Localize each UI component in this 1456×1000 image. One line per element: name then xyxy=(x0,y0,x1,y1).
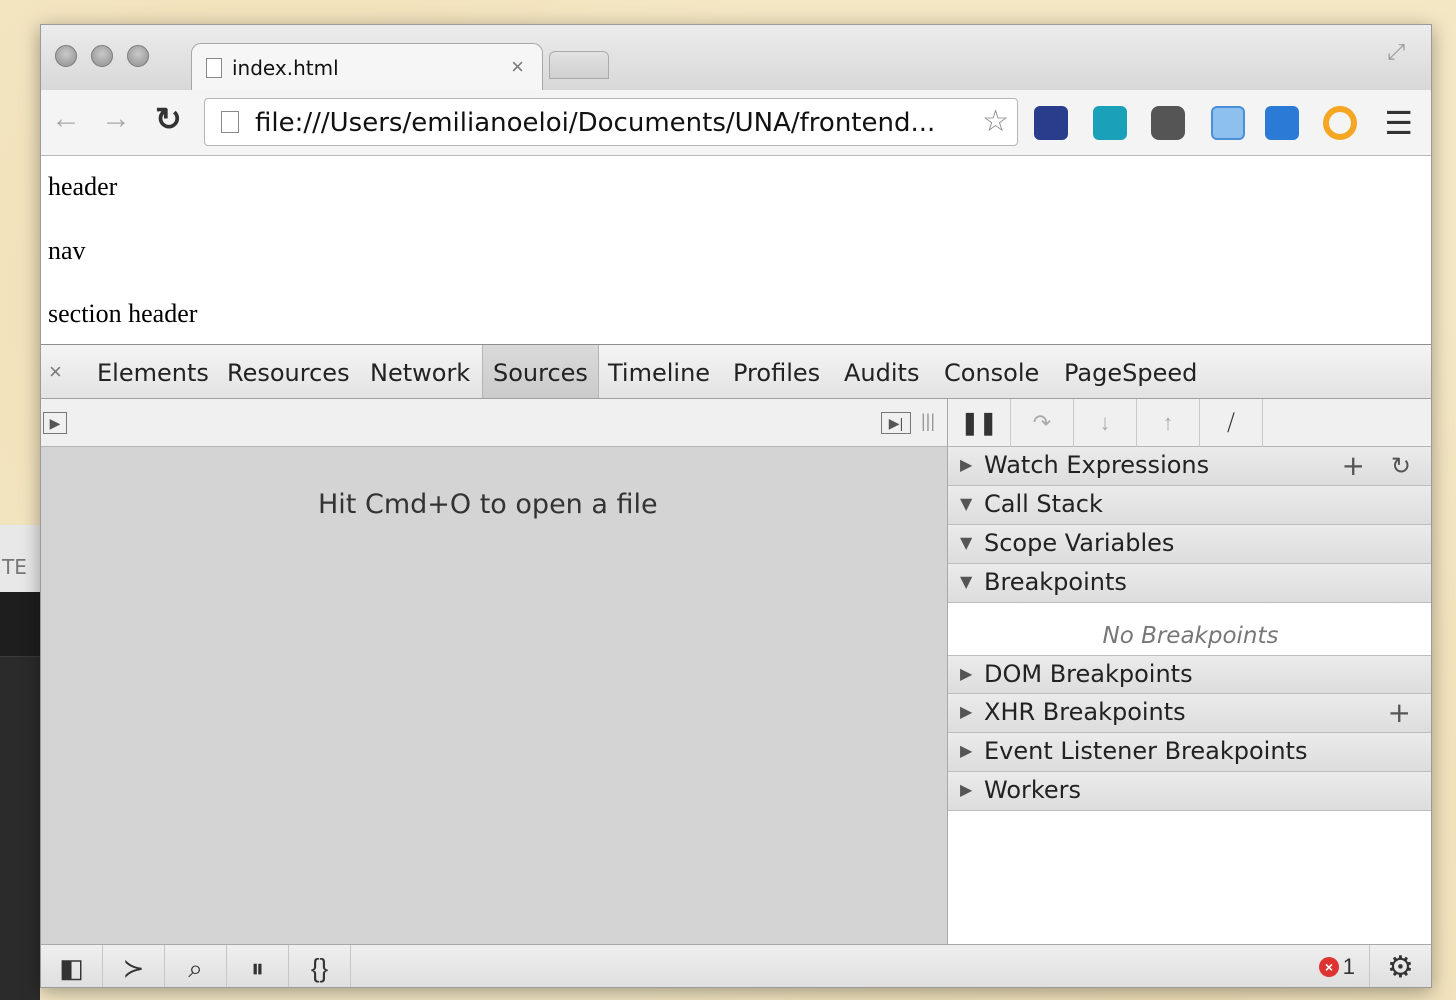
pretty-print-icon[interactable]: {} xyxy=(289,945,351,987)
pane-label: Workers xyxy=(984,776,1082,804)
zoom-window-button[interactable] xyxy=(127,45,149,67)
tab-profiles[interactable]: Profiles xyxy=(723,345,830,398)
pane-label: XHR Breakpoints xyxy=(984,698,1186,726)
browser-tab[interactable]: index.html × xyxy=(191,43,543,91)
tab-strip: index.html × ⤢ xyxy=(41,25,1431,91)
open-file-hint: Hit Cmd+O to open a file xyxy=(318,489,658,520)
dock-toggle-icon[interactable]: ◧ xyxy=(41,945,103,987)
back-arrow-icon[interactable]: ← xyxy=(51,102,81,136)
show-debugger-icon[interactable]: ▶| xyxy=(881,412,911,434)
pane-event-listener-breakpoints[interactable]: ▶ Event Listener Breakpoints xyxy=(948,733,1431,772)
tab-audits[interactable]: Audits xyxy=(834,345,929,398)
search-icon[interactable]: ⌕ xyxy=(165,945,227,987)
pocket-extension-icon[interactable] xyxy=(1151,106,1185,140)
tab-elements[interactable]: Elements xyxy=(87,345,219,398)
new-tab-button[interactable] xyxy=(549,51,609,79)
speed-extension-icon[interactable] xyxy=(1034,106,1068,140)
window-extension-icon[interactable] xyxy=(1211,106,1245,140)
collapse-triangle-icon: ▼ xyxy=(960,494,973,513)
ink-extension-icon[interactable] xyxy=(1093,106,1127,140)
add-xhr-breakpoint-icon[interactable]: + xyxy=(1388,696,1411,729)
pane-watch-expressions[interactable]: ▶ Watch Expressions + ↻ xyxy=(948,447,1431,486)
tab-title: index.html xyxy=(232,56,339,80)
pane-scope-variables[interactable]: ▼ Scope Variables xyxy=(948,525,1431,564)
pane-label: Scope Variables xyxy=(984,529,1175,557)
star-icon[interactable]: ☆ xyxy=(982,104,1009,139)
tab-timeline[interactable]: Timeline xyxy=(598,345,720,398)
deactivate-breakpoints-icon[interactable]: ⧸ xyxy=(1200,399,1263,447)
menu-icon[interactable]: ☰ xyxy=(1384,104,1413,142)
splitter-handle-icon[interactable]: ||| xyxy=(921,411,935,432)
debugger-sidebar: ▶ Watch Expressions + ↻ ▼ Call Stack ▼ S… xyxy=(947,447,1431,944)
pane-workers[interactable]: ▶ Workers xyxy=(948,772,1431,811)
expand-triangle-icon: ▶ xyxy=(960,741,973,760)
tab-pagespeed[interactable]: PageSpeed xyxy=(1054,345,1207,398)
collapse-triangle-icon: ▼ xyxy=(960,572,973,591)
tab-network[interactable]: Network xyxy=(360,345,480,398)
address-bar[interactable]: file:///Users/emilianoeloi/Documents/UNA… xyxy=(204,98,1018,146)
expand-triangle-icon: ▶ xyxy=(960,702,973,721)
error-count[interactable]: 1 xyxy=(1343,954,1355,980)
add-watch-icon[interactable]: + xyxy=(1342,449,1365,482)
fullscreen-icon[interactable]: ⤢ xyxy=(1387,39,1405,65)
pane-dom-breakpoints[interactable]: ▶ DOM Breakpoints xyxy=(948,655,1431,694)
page-icon xyxy=(206,58,222,78)
devtools-panel: × Elements Resources Network Sources Tim… xyxy=(41,344,1431,987)
step-out-icon[interactable]: ↑ xyxy=(1137,399,1200,447)
minimize-window-button[interactable] xyxy=(91,45,113,67)
ring-extension-icon[interactable] xyxy=(1323,106,1357,140)
pane-label: Event Listener Breakpoints xyxy=(984,737,1308,765)
tab-close-icon[interactable]: × xyxy=(511,54,524,80)
step-over-icon[interactable]: ↷ xyxy=(1011,399,1074,447)
background-window-label: TE xyxy=(2,555,27,579)
refresh-watch-icon[interactable]: ↻ xyxy=(1391,452,1411,480)
expand-triangle-icon: ▶ xyxy=(960,455,973,474)
show-navigator-icon[interactable]: ▶ xyxy=(43,412,67,434)
debugger-toolbar: ❚❚ ↷ ↓ ↑ ⧸ xyxy=(947,399,1431,447)
page-icon xyxy=(221,111,239,133)
settings-gear-icon[interactable]: ⚙ xyxy=(1369,945,1431,987)
browser-toolbar: ← → ↻ file:///Users/emilianoeloi/Documen… xyxy=(41,90,1431,156)
page-text-header: header xyxy=(48,172,118,201)
pane-breakpoints[interactable]: ▼ Breakpoints xyxy=(948,564,1431,603)
reload-icon[interactable]: ↻ xyxy=(155,100,182,138)
devtools-close-icon[interactable]: × xyxy=(49,359,62,385)
pane-label: Call Stack xyxy=(984,490,1103,518)
speaker-extension-icon[interactable] xyxy=(1265,106,1299,140)
pause-on-exceptions-icon[interactable]: ⏸ xyxy=(227,945,289,987)
sources-toolbar: ▶ ▶| ||| xyxy=(41,399,947,447)
pane-xhr-breakpoints[interactable]: ▶ XHR Breakpoints + xyxy=(948,694,1431,733)
forward-arrow-icon[interactable]: → xyxy=(101,102,131,136)
expand-triangle-icon: ▶ xyxy=(960,780,973,799)
browser-window: index.html × ⤢ ← → ↻ file:///Users/emili… xyxy=(40,24,1432,988)
tab-resources[interactable]: Resources xyxy=(217,345,360,398)
page-content: header nav section header xyxy=(41,156,1431,344)
sources-editor-area: Hit Cmd+O to open a file xyxy=(41,447,947,944)
tab-console[interactable]: Console xyxy=(934,345,1049,398)
close-window-button[interactable] xyxy=(55,45,77,67)
pane-label: DOM Breakpoints xyxy=(984,660,1193,688)
pause-icon[interactable]: ❚❚ xyxy=(948,399,1011,447)
show-console-icon[interactable]: ≻ xyxy=(103,945,165,987)
pane-call-stack[interactable]: ▼ Call Stack xyxy=(948,486,1431,525)
tab-sources[interactable]: Sources xyxy=(482,345,599,398)
error-icon[interactable]: × xyxy=(1319,957,1339,977)
expand-triangle-icon: ▶ xyxy=(960,664,973,683)
page-text-section-header: section header xyxy=(48,299,198,328)
pane-label: Breakpoints xyxy=(984,568,1127,596)
pane-label: Watch Expressions xyxy=(984,451,1210,479)
step-into-icon[interactable]: ↓ xyxy=(1074,399,1137,447)
page-text-nav: nav xyxy=(48,236,86,265)
address-url[interactable]: file:///Users/emilianoeloi/Documents/UNA… xyxy=(255,108,935,138)
devtools-tab-bar: × Elements Resources Network Sources Tim… xyxy=(41,345,1431,399)
devtools-status-bar: ◧ ≻ ⌕ ⏸ {} × 1 ⚙ xyxy=(41,944,1431,987)
collapse-triangle-icon: ▼ xyxy=(960,533,973,552)
background-dark-editor-header xyxy=(0,592,40,657)
